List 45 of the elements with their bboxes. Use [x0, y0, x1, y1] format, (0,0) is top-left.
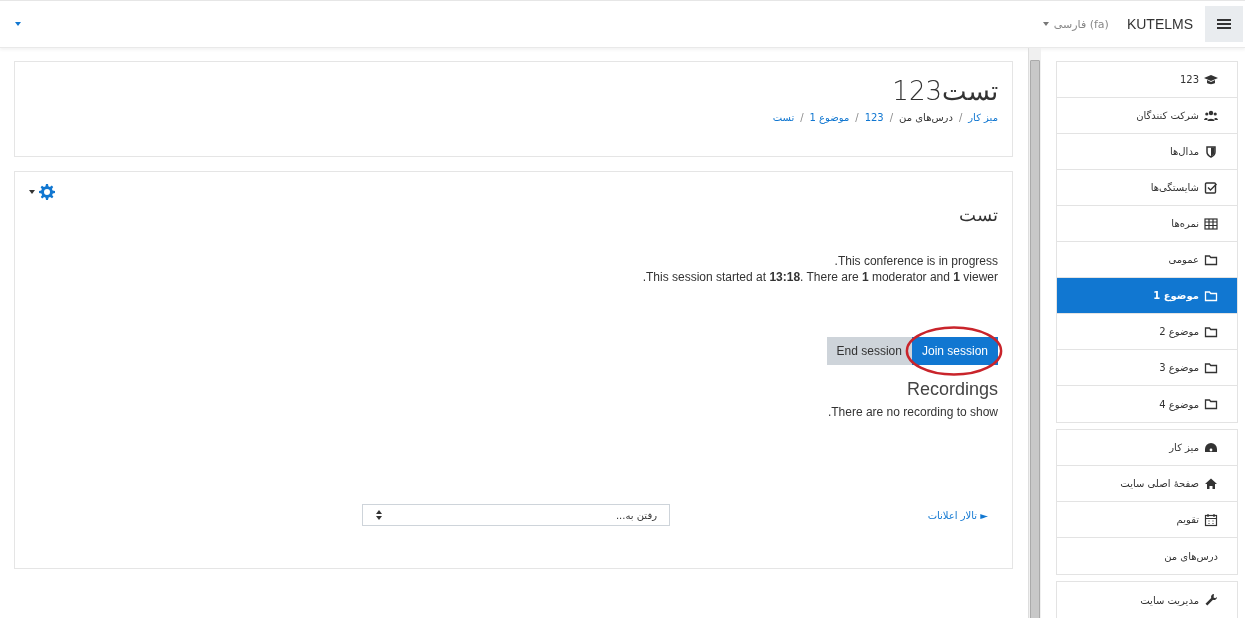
folder-icon — [1204, 324, 1218, 339]
breadcrumb-link[interactable]: میز کار — [968, 112, 998, 123]
breadcrumb-separator: / — [889, 112, 894, 123]
activity-title: تست — [958, 204, 998, 225]
recordings-message: .There are no recording to show — [826, 404, 998, 420]
scrollbar[interactable] — [1028, 48, 1041, 618]
users-icon — [1204, 108, 1218, 123]
status-message: .This conference is in progress — [833, 253, 998, 269]
join-button[interactable]: Join session — [911, 337, 998, 365]
calendar-icon — [1204, 512, 1218, 527]
menu-icon — [1217, 18, 1231, 30]
breadcrumb-link[interactable]: 123 — [864, 112, 884, 123]
previous-activity-link[interactable]: ► تالار اعلانات — [927, 509, 988, 521]
site-name[interactable]: KUTELMS — [1126, 16, 1193, 32]
breadcrumb-separator: / — [855, 112, 859, 123]
page-title: تست123 — [891, 76, 998, 106]
folder-icon — [1204, 288, 1218, 303]
session-info: .This session started at 13:18. There are 1 moderator and 1 viewer — [641, 269, 998, 285]
check-icon — [1204, 180, 1218, 195]
recordings-heading: Recordings — [905, 379, 998, 400]
breadcrumb-separator: / — [800, 112, 804, 123]
sidebar-item[interactable]: موضوع 1 — [1057, 278, 1237, 314]
caret-icon — [29, 190, 35, 194]
gauge-icon — [1204, 440, 1218, 455]
breadcrumb-separator: / — [958, 112, 963, 123]
shield-icon — [1204, 144, 1218, 159]
table-icon — [1204, 216, 1218, 231]
breadcrumb-item: درس‌های من — [899, 112, 953, 123]
end-button[interactable]: End session — [826, 337, 912, 365]
menu-button[interactable] — [1205, 6, 1243, 42]
cap-icon — [1204, 72, 1218, 87]
home-icon — [1204, 476, 1218, 491]
language-menu[interactable]: فارسی (fa) — [1042, 17, 1109, 31]
sort-icon — [375, 510, 383, 520]
settings-icon — [39, 184, 55, 200]
caret-icon — [1042, 22, 1049, 26]
jump-select[interactable]: رفتن به... — [362, 504, 670, 526]
folder-icon — [1204, 397, 1218, 411]
caret-icon[interactable] — [15, 22, 21, 26]
settings-menu-button[interactable] — [29, 184, 55, 200]
breadcrumb-link[interactable]: موضوع 1 — [809, 112, 850, 123]
wrench-icon — [1204, 593, 1218, 607]
folder-icon — [1204, 252, 1218, 267]
folder-icon — [1204, 360, 1218, 375]
breadcrumb-link[interactable]: تست — [772, 112, 795, 123]
